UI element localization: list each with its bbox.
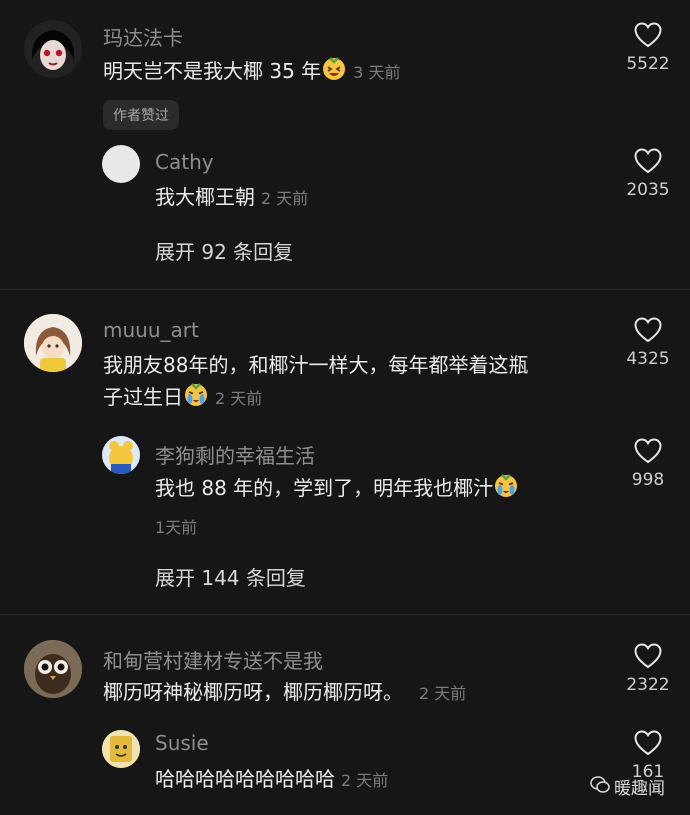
author-liked-badge: 作者赞过 <box>103 100 179 130</box>
avatar[interactable] <box>102 436 140 474</box>
reply-username[interactable]: Susie <box>155 731 209 755</box>
reply-time: 2 天前 <box>261 189 309 208</box>
reply-text: 我也 88 年的，学到了，明年我也椰汁 <box>155 472 519 507</box>
like-count: 2035 <box>626 180 670 200</box>
like-count: 5522 <box>626 54 670 74</box>
reply-username[interactable]: 李狗剩的幸福生活 <box>155 440 315 469</box>
comment-text: 明天岂不是我大椰 35 年 3 天前 <box>103 55 400 90</box>
comment-time: 2 天前 <box>419 684 467 703</box>
crying-emoji <box>493 472 519 507</box>
like-control[interactable]: 998 <box>613 438 683 490</box>
avatar[interactable] <box>102 730 140 768</box>
comment-body: 椰历呀神秘椰历呀，椰历椰历呀。 <box>103 680 403 704</box>
heart-icon[interactable] <box>634 730 662 760</box>
expand-replies-button[interactable]: 展开 92 条回复 <box>155 236 293 265</box>
reply-body: 我也 88 年的，学到了，明年我也椰汁 <box>155 476 494 500</box>
avatar[interactable] <box>24 640 82 698</box>
comment-body-line1: 我朋友88年的，和椰汁一样大，每年都举着这瓶 <box>103 353 529 377</box>
like-count: 998 <box>631 470 665 490</box>
like-control[interactable]: 4325 <box>613 317 683 369</box>
heart-icon[interactable] <box>634 317 662 347</box>
like-control[interactable]: 2035 <box>613 148 683 200</box>
laughing-emoji <box>321 55 347 90</box>
comment-username[interactable]: muuu_art <box>103 318 199 342</box>
reply-time: 2 天前 <box>341 771 389 790</box>
comment-time: 2 天前 <box>215 389 263 408</box>
reply-text: 我大椰王朝 2 天前 <box>155 181 308 215</box>
comment-username[interactable]: 和甸营村建材专送不是我 <box>103 645 323 674</box>
like-control[interactable]: 2322 <box>613 643 683 695</box>
heart-icon[interactable] <box>634 438 662 468</box>
like-control[interactable]: 5522 <box>613 22 683 74</box>
avatar[interactable] <box>24 314 82 372</box>
expand-replies-button[interactable]: 展开 144 条回复 <box>155 562 306 591</box>
divider <box>0 289 690 290</box>
comment-body-line2: 子过生日 <box>103 385 183 409</box>
reply-body: 哈哈哈哈哈哈哈哈哈 <box>155 767 335 791</box>
watermark-text: 暖趣闻 <box>614 779 665 799</box>
comment-text: 椰历呀神秘椰历呀，椰历椰历呀。 2 天前 <box>103 676 466 710</box>
comment-text: 我朋友88年的，和椰汁一样大，每年都举着这瓶 子过生日 2 天前 <box>103 349 608 416</box>
heart-icon[interactable] <box>634 148 662 178</box>
comment-username[interactable]: 玛达法卡 <box>103 22 183 51</box>
like-count: 4325 <box>626 349 670 369</box>
avatar[interactable] <box>102 145 140 183</box>
reply-username[interactable]: Cathy <box>155 150 214 174</box>
comment-body: 明天岂不是我大椰 35 年 <box>103 59 322 83</box>
reply-body: 我大椰王朝 <box>155 185 255 209</box>
heart-icon[interactable] <box>634 643 662 673</box>
heart-icon[interactable] <box>634 22 662 52</box>
watermark: 暖趣闻 <box>590 774 665 799</box>
reply-text: 哈哈哈哈哈哈哈哈哈 2 天前 <box>155 763 388 797</box>
crying-emoji <box>183 381 209 416</box>
comment-time: 3 天前 <box>353 63 401 82</box>
reply-time: 1天前 <box>155 518 198 537</box>
comment-body-line2-wrap: 子过生日 2 天前 <box>103 381 608 416</box>
like-count: 2322 <box>626 675 670 695</box>
divider <box>0 614 690 615</box>
wechat-icon <box>590 775 610 798</box>
avatar[interactable] <box>24 20 82 78</box>
